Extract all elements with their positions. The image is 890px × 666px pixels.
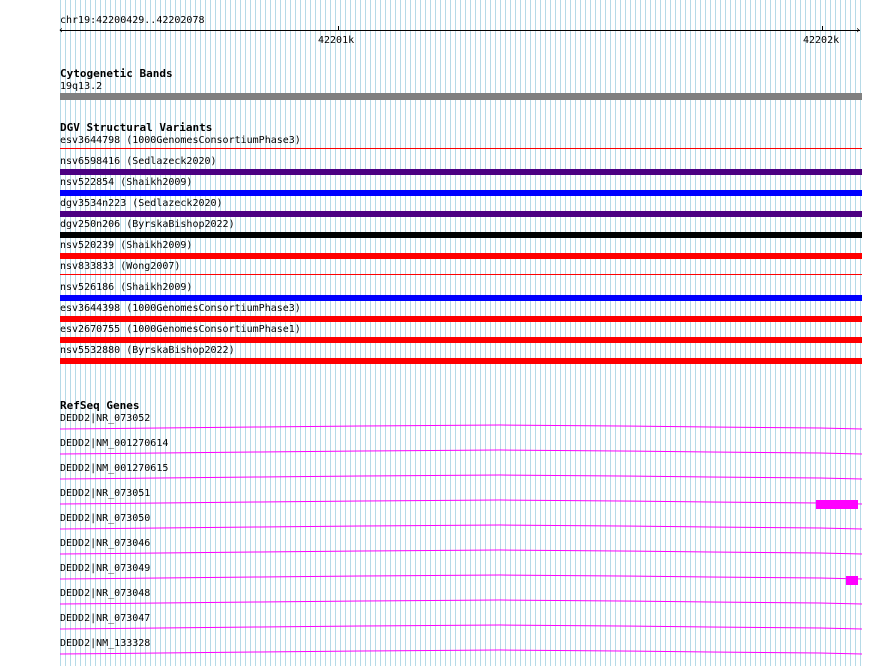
cytoband-label: 19q13.2: [60, 81, 103, 92]
refseq-track-title: RefSeq Genes: [60, 399, 140, 412]
gene-intron-line[interactable]: [60, 521, 862, 531]
genome-browser-canvas: chr19:42200429..42202078 ‹ › 42201k 4220…: [0, 0, 890, 666]
ruler-axis: [60, 30, 860, 31]
dgv-variant-bar[interactable]: [60, 274, 862, 275]
ruler-left-arrow-icon: ‹: [58, 25, 65, 36]
gene-intron-path: [60, 549, 862, 555]
dgv-track-title: DGV Structural Variants: [60, 121, 213, 134]
gene-intron-line[interactable]: [60, 496, 862, 506]
gene-intron-path: [60, 574, 862, 580]
gene-intron-path: [60, 649, 862, 655]
dgv-variant-bar[interactable]: [60, 169, 862, 175]
gene-intron-path: [60, 424, 862, 430]
dgv-variant-label[interactable]: dgv3534n223 (Sedlazeck2020): [60, 198, 223, 209]
dgv-variant-bar[interactable]: [60, 358, 862, 364]
dgv-variant-label[interactable]: nsv6598416 (Sedlazeck2020): [60, 156, 217, 167]
dgv-variant-label[interactable]: nsv526186 (Shaikh2009): [60, 282, 192, 293]
cytoband-track-title: Cytogenetic Bands: [60, 67, 173, 80]
gene-intron-path: [60, 524, 862, 530]
gene-intron-path: [60, 474, 862, 480]
gene-intron-line[interactable]: [60, 571, 862, 581]
gene-exon-block[interactable]: [846, 576, 858, 585]
dgv-variant-bar[interactable]: [60, 232, 862, 238]
dgv-variant-bar[interactable]: [60, 295, 862, 301]
dgv-variant-label[interactable]: esv3644398 (1000GenomesConsortiumPhase3): [60, 303, 301, 314]
gene-intron-path: [60, 449, 862, 455]
gene-intron-line[interactable]: [60, 446, 862, 456]
dgv-variant-bar[interactable]: [60, 253, 862, 259]
gene-intron-path: [60, 599, 862, 605]
cytoband-bar[interactable]: [60, 93, 862, 100]
ruler-position-label: chr19:42200429..42202078: [60, 15, 205, 26]
gene-intron-line[interactable]: [60, 596, 862, 606]
dgv-variant-bar[interactable]: [60, 316, 862, 322]
gene-exon-block[interactable]: [816, 500, 858, 509]
dgv-variant-label[interactable]: esv3644798 (1000GenomesConsortiumPhase3): [60, 135, 301, 146]
ruler-tick: [822, 26, 823, 31]
dgv-variant-label[interactable]: nsv5532880 (ByrskaBishop2022): [60, 345, 235, 356]
ruler-tick-label: 42202k: [803, 35, 840, 46]
dgv-variant-label[interactable]: nsv520239 (Shaikh2009): [60, 240, 192, 251]
dgv-variant-bar[interactable]: [60, 337, 862, 343]
gene-intron-line[interactable]: [60, 621, 862, 631]
dgv-variant-label[interactable]: nsv522854 (Shaikh2009): [60, 177, 192, 188]
ruler-right-arrow-icon: ›: [855, 25, 862, 36]
dgv-variant-label[interactable]: dgv250n206 (ByrskaBishop2022): [60, 219, 235, 230]
dgv-variant-label[interactable]: nsv833833 (Wong2007): [60, 261, 180, 272]
ruler-tick-label: 42201k: [318, 35, 355, 46]
gene-intron-line[interactable]: [60, 546, 862, 556]
ruler-tick: [338, 26, 339, 31]
dgv-variant-bar[interactable]: [60, 211, 862, 217]
dgv-variant-label[interactable]: esv2670755 (1000GenomesConsortiumPhase1): [60, 324, 301, 335]
gene-intron-line[interactable]: [60, 421, 862, 431]
gene-intron-line[interactable]: [60, 471, 862, 481]
gene-intron-path: [60, 499, 862, 505]
dgv-variant-bar[interactable]: [60, 148, 862, 149]
dgv-variant-bar[interactable]: [60, 190, 862, 196]
gene-intron-path: [60, 624, 862, 630]
gene-intron-line[interactable]: [60, 646, 862, 656]
